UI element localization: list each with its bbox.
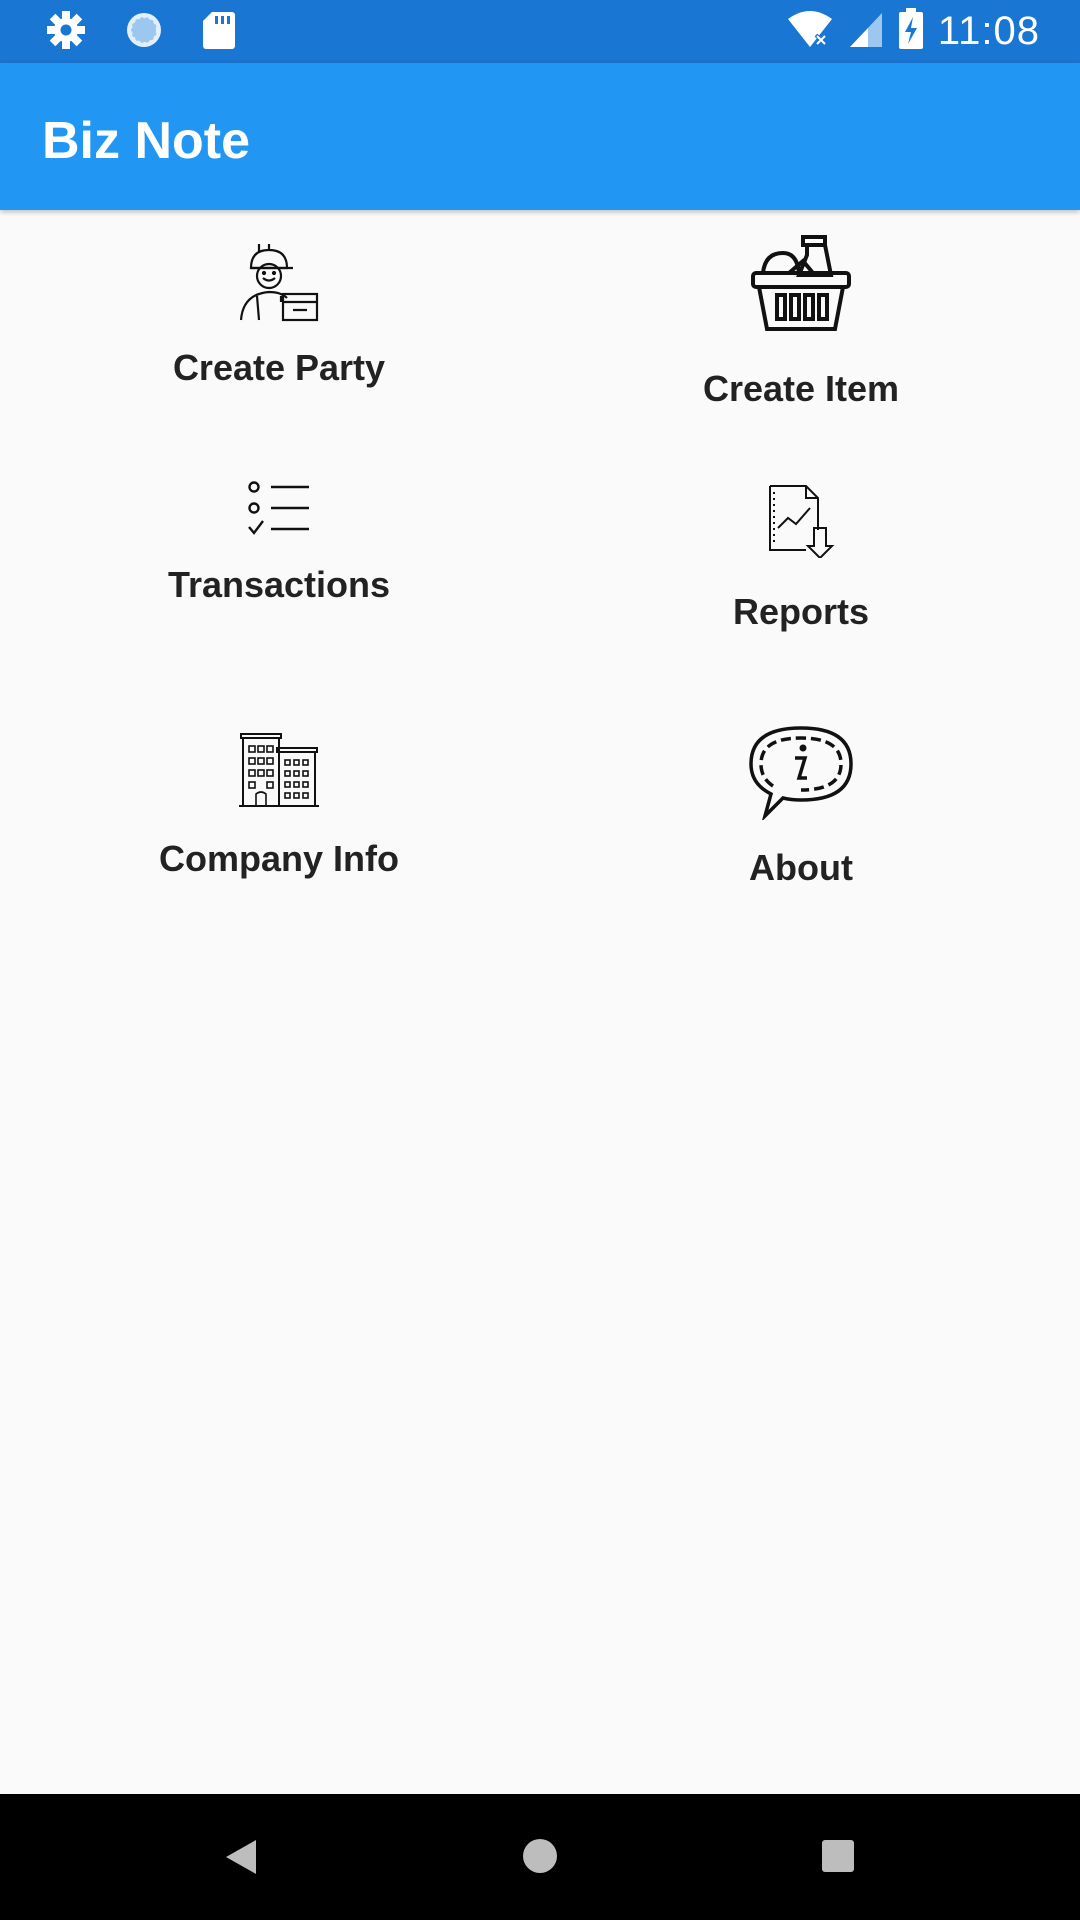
app-bar: Biz Note bbox=[0, 63, 1080, 210]
create-item-button[interactable]: Create Item bbox=[651, 233, 951, 410]
signal-icon bbox=[848, 9, 884, 54]
battery-charging-icon bbox=[898, 8, 924, 55]
create-party-button[interactable]: Create Party bbox=[129, 240, 429, 389]
about-button[interactable]: About bbox=[651, 724, 951, 889]
status-bar: 11:08 bbox=[0, 0, 1080, 63]
checklist-icon bbox=[129, 478, 429, 543]
delivery-person-icon bbox=[129, 240, 429, 329]
create-party-label: Create Party bbox=[172, 347, 386, 388]
transactions-label: Transactions bbox=[167, 564, 391, 605]
info-speech-bubble-icon bbox=[651, 724, 951, 825]
loading-icon bbox=[124, 10, 164, 55]
buildings-icon bbox=[129, 732, 429, 813]
sd-card-icon bbox=[202, 10, 236, 55]
grocery-basket-icon bbox=[651, 233, 951, 342]
navigation-bar bbox=[0, 1794, 1080, 1920]
about-label: About bbox=[749, 847, 853, 888]
reports-button[interactable]: Reports bbox=[651, 484, 951, 633]
company-info-label: Company Info bbox=[159, 838, 399, 879]
transactions-button[interactable]: Transactions bbox=[129, 478, 429, 606]
wifi-icon bbox=[786, 9, 834, 54]
company-info-button[interactable]: Company Info bbox=[129, 732, 429, 880]
report-download-icon bbox=[651, 484, 951, 563]
home-icon[interactable] bbox=[522, 1838, 558, 1879]
back-icon[interactable] bbox=[224, 1838, 258, 1881]
recents-icon[interactable] bbox=[821, 1839, 855, 1878]
app-title: Biz Note bbox=[42, 112, 250, 170]
gear-icon bbox=[46, 10, 86, 55]
status-time: 11:08 bbox=[937, 9, 1040, 53]
reports-label: Reports bbox=[732, 591, 870, 632]
create-item-label: Create Item bbox=[702, 368, 900, 409]
